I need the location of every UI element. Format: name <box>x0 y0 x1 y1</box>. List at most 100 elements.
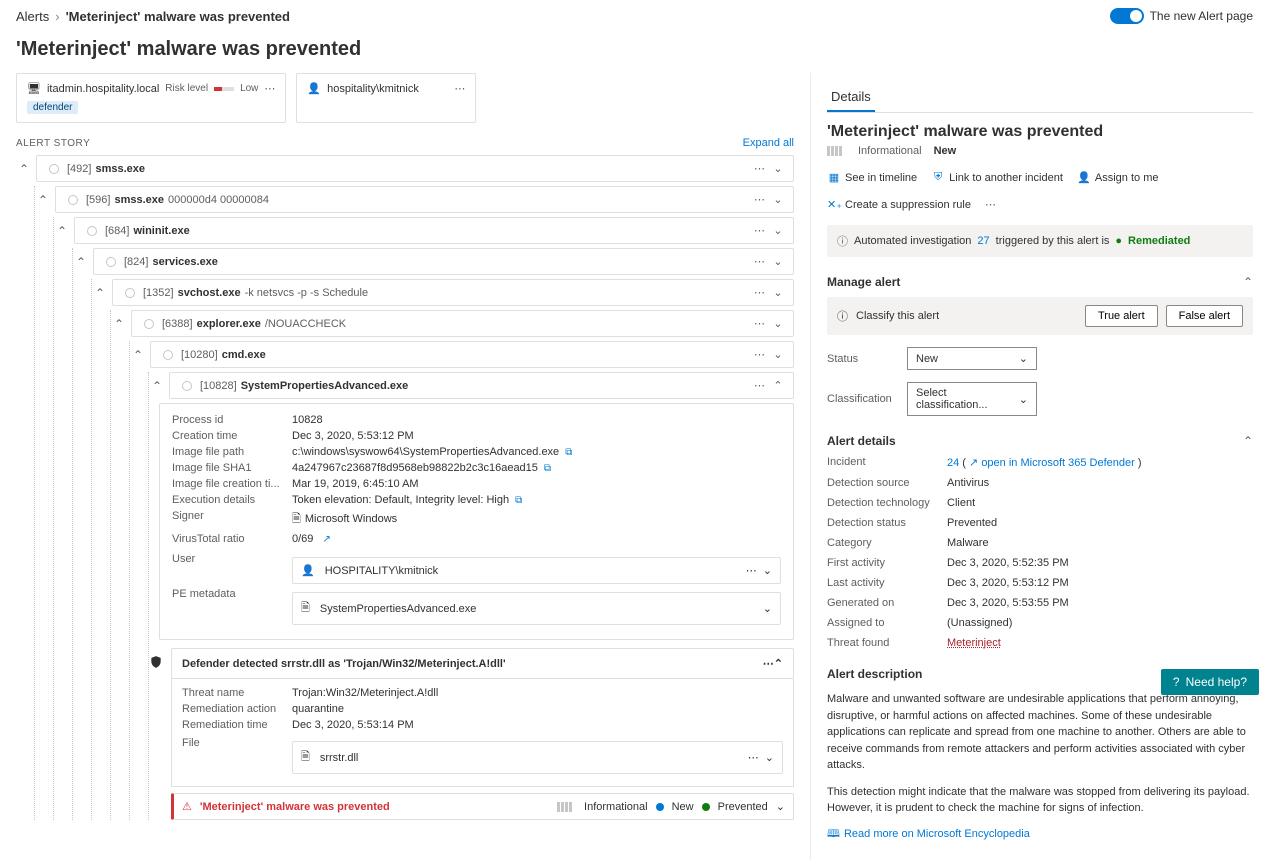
value: Prevented <box>947 517 997 529</box>
manage-alert-section[interactable]: Manage alert⌃ <box>827 275 1253 289</box>
caret-icon[interactable]: ⌃ <box>35 193 51 207</box>
breadcrumb-root[interactable]: Alerts <box>16 9 49 24</box>
chevron-up-icon[interactable]: ⌃ <box>774 657 783 670</box>
caret-icon[interactable]: ⌃ <box>149 379 165 393</box>
label: Category <box>827 537 947 549</box>
pid: [824] <box>124 256 148 268</box>
user-icon <box>301 564 319 577</box>
read-more-link[interactable]: 🕮Read more on Microsoft Encyclopedia <box>827 825 1253 844</box>
alert-row[interactable]: ⚠ 'Meterinject' malware was prevented In… <box>171 793 794 820</box>
label: VirusTotal ratio <box>172 533 292 545</box>
expand-all-link[interactable]: Expand all <box>743 137 794 149</box>
more-icon[interactable]: ⋯ <box>763 657 774 670</box>
more-icon[interactable]: ⋯ <box>748 348 771 361</box>
tree-node[interactable]: [6388] explorer.exe /NOUACCHECK ⋯⌄ <box>131 310 794 337</box>
more-icon[interactable]: ⋯ <box>748 751 759 764</box>
process-args: /NOUACCHECK <box>265 318 346 330</box>
more-icon[interactable]: ⋯ <box>748 162 771 175</box>
true-alert-button[interactable]: True alert <box>1085 305 1158 327</box>
copy-icon[interactable]: ⧉ <box>515 495 522 506</box>
timeline-icon: ▦ <box>827 171 841 184</box>
risk-value: Low <box>240 83 258 94</box>
chevron-down-icon[interactable]: ⌄ <box>763 564 772 577</box>
pid: [1352] <box>143 287 174 299</box>
value: Mar 19, 2019, 6:45:10 AM <box>292 478 781 490</box>
status-select[interactable]: New⌄ <box>907 347 1037 370</box>
caret-icon[interactable]: ⌃ <box>73 255 89 269</box>
caret-icon[interactable]: ⌃ <box>111 317 127 331</box>
process-icon <box>49 164 59 174</box>
chevron-down-icon[interactable]: ⌄ <box>776 800 785 813</box>
investigation-info[interactable]: ⓘ Automated investigation 27 triggered b… <box>827 225 1253 257</box>
more-icon[interactable]: ⋯ <box>748 193 771 206</box>
chevron-down-icon[interactable]: ⌄ <box>763 602 772 615</box>
chevron-down-icon[interactable]: ⌄ <box>771 255 785 268</box>
chevron-up-icon[interactable]: ⌃ <box>771 379 785 392</box>
more-icon[interactable]: ⋯ <box>454 82 465 95</box>
chevron-up-icon: ⌃ <box>1243 275 1253 289</box>
open-icon[interactable]: ↗ <box>322 534 330 545</box>
create-suppression[interactable]: ✕₊Create a suppression rule <box>827 198 971 211</box>
assign-to-me[interactable]: 👤Assign to me <box>1077 171 1159 184</box>
tree-node-selected[interactable]: [10828] SystemPropertiesAdvanced.exe ⋯⌃ <box>169 372 794 399</box>
more-icon[interactable]: ⋯ <box>746 564 757 577</box>
label: Creation time <box>172 430 292 442</box>
book-icon: 🕮 <box>827 825 840 844</box>
user-row[interactable]: HOSPITALITY\kmitnick⋯⌄ <box>292 557 781 584</box>
tab-details[interactable]: Details <box>827 83 875 112</box>
chevron-down-icon[interactable]: ⌄ <box>771 348 785 361</box>
process-detail-box: Process id10828 Creation timeDec 3, 2020… <box>159 403 794 640</box>
detection-title: Defender detected srrstr.dll as 'Trojan/… <box>182 658 506 670</box>
chevron-down-icon[interactable]: ⌄ <box>771 317 785 330</box>
chevron-down-icon[interactable]: ⌄ <box>771 286 785 299</box>
copy-icon[interactable]: ⧉ <box>544 463 551 474</box>
caret-icon[interactable]: ⌃ <box>54 224 70 238</box>
caret-icon[interactable]: ⌃ <box>130 348 146 362</box>
value: Antivirus <box>947 477 989 489</box>
chevron-down-icon[interactable]: ⌄ <box>771 224 785 237</box>
more-icon[interactable]: ⋯ <box>748 286 771 299</box>
new-alert-page-toggle[interactable]: The new Alert page <box>1110 8 1253 24</box>
copy-icon[interactable]: ⧉ <box>565 447 572 458</box>
tree-node[interactable]: [10280] cmd.exe ⋯⌄ <box>150 341 794 368</box>
more-icon[interactable]: ⋯ <box>748 255 771 268</box>
caret-icon[interactable]: ⌃ <box>92 286 108 300</box>
user-entity-card[interactable]: 👤 hospitality\kmitnick ⋯ <box>296 73 476 123</box>
label: Threat name <box>182 687 292 699</box>
file-row[interactable]: srrstr.dll⋯⌄ <box>292 741 783 774</box>
tree-node[interactable]: [596] smss.exe 000000d4 00000084 ⋯⌄ <box>55 186 794 213</box>
chevron-down-icon[interactable]: ⌄ <box>771 162 785 175</box>
more-icon[interactable]: ⋯ <box>264 82 275 95</box>
device-entity-card[interactable]: 🖥 itadmin.hospitality.local Risk level L… <box>16 73 286 123</box>
process-name: explorer.exe <box>197 318 261 330</box>
classification-select[interactable]: Select classification...⌄ <box>907 382 1037 416</box>
process-icon <box>87 226 97 236</box>
tree-node[interactable]: [684] wininit.exe ⋯⌄ <box>74 217 794 244</box>
link-incident[interactable]: ⛨Link to another incident <box>931 171 1063 184</box>
process-tree: ⌃ [492] smss.exe ⋯⌄ ⌃ [596] smss.exe 000… <box>16 155 794 820</box>
need-help-button[interactable]: ? Need help? <box>1161 669 1259 695</box>
tree-node[interactable]: [1352] svchost.exe -k netsvcs -p -s Sche… <box>112 279 794 306</box>
pid: [684] <box>105 225 129 237</box>
false-alert-button[interactable]: False alert <box>1166 305 1243 327</box>
chevron-down-icon[interactable]: ⌄ <box>765 751 774 764</box>
caret-icon[interactable]: ⌃ <box>16 162 32 176</box>
detection-heading[interactable]: Defender detected srrstr.dll as 'Trojan/… <box>171 648 794 679</box>
alert-details-section[interactable]: Alert details⌃ <box>827 434 1253 448</box>
pe-row[interactable]: SystemPropertiesAdvanced.exe⌄ <box>292 592 781 625</box>
label: PE metadata <box>172 588 292 625</box>
see-in-timeline[interactable]: ▦See in timeline <box>827 171 917 184</box>
tree-node[interactable]: [492] smss.exe ⋯⌄ <box>36 155 794 182</box>
chevron-down-icon[interactable]: ⌄ <box>771 193 785 206</box>
more-icon[interactable]: ⋯ <box>985 198 996 211</box>
more-icon[interactable]: ⋯ <box>748 379 771 392</box>
investigation-link[interactable]: 27 <box>977 235 989 247</box>
open-defender-link[interactable]: ↗ open in Microsoft 365 Defender <box>969 457 1135 469</box>
more-icon[interactable]: ⋯ <box>748 317 771 330</box>
assign-icon: 👤 <box>1077 171 1091 184</box>
risk-label: Risk level <box>165 83 208 94</box>
incident-id[interactable]: 24 <box>947 457 959 469</box>
threat-link[interactable]: Meterinject <box>947 637 1001 649</box>
tree-node[interactable]: [824] services.exe ⋯⌄ <box>93 248 794 275</box>
more-icon[interactable]: ⋯ <box>748 224 771 237</box>
